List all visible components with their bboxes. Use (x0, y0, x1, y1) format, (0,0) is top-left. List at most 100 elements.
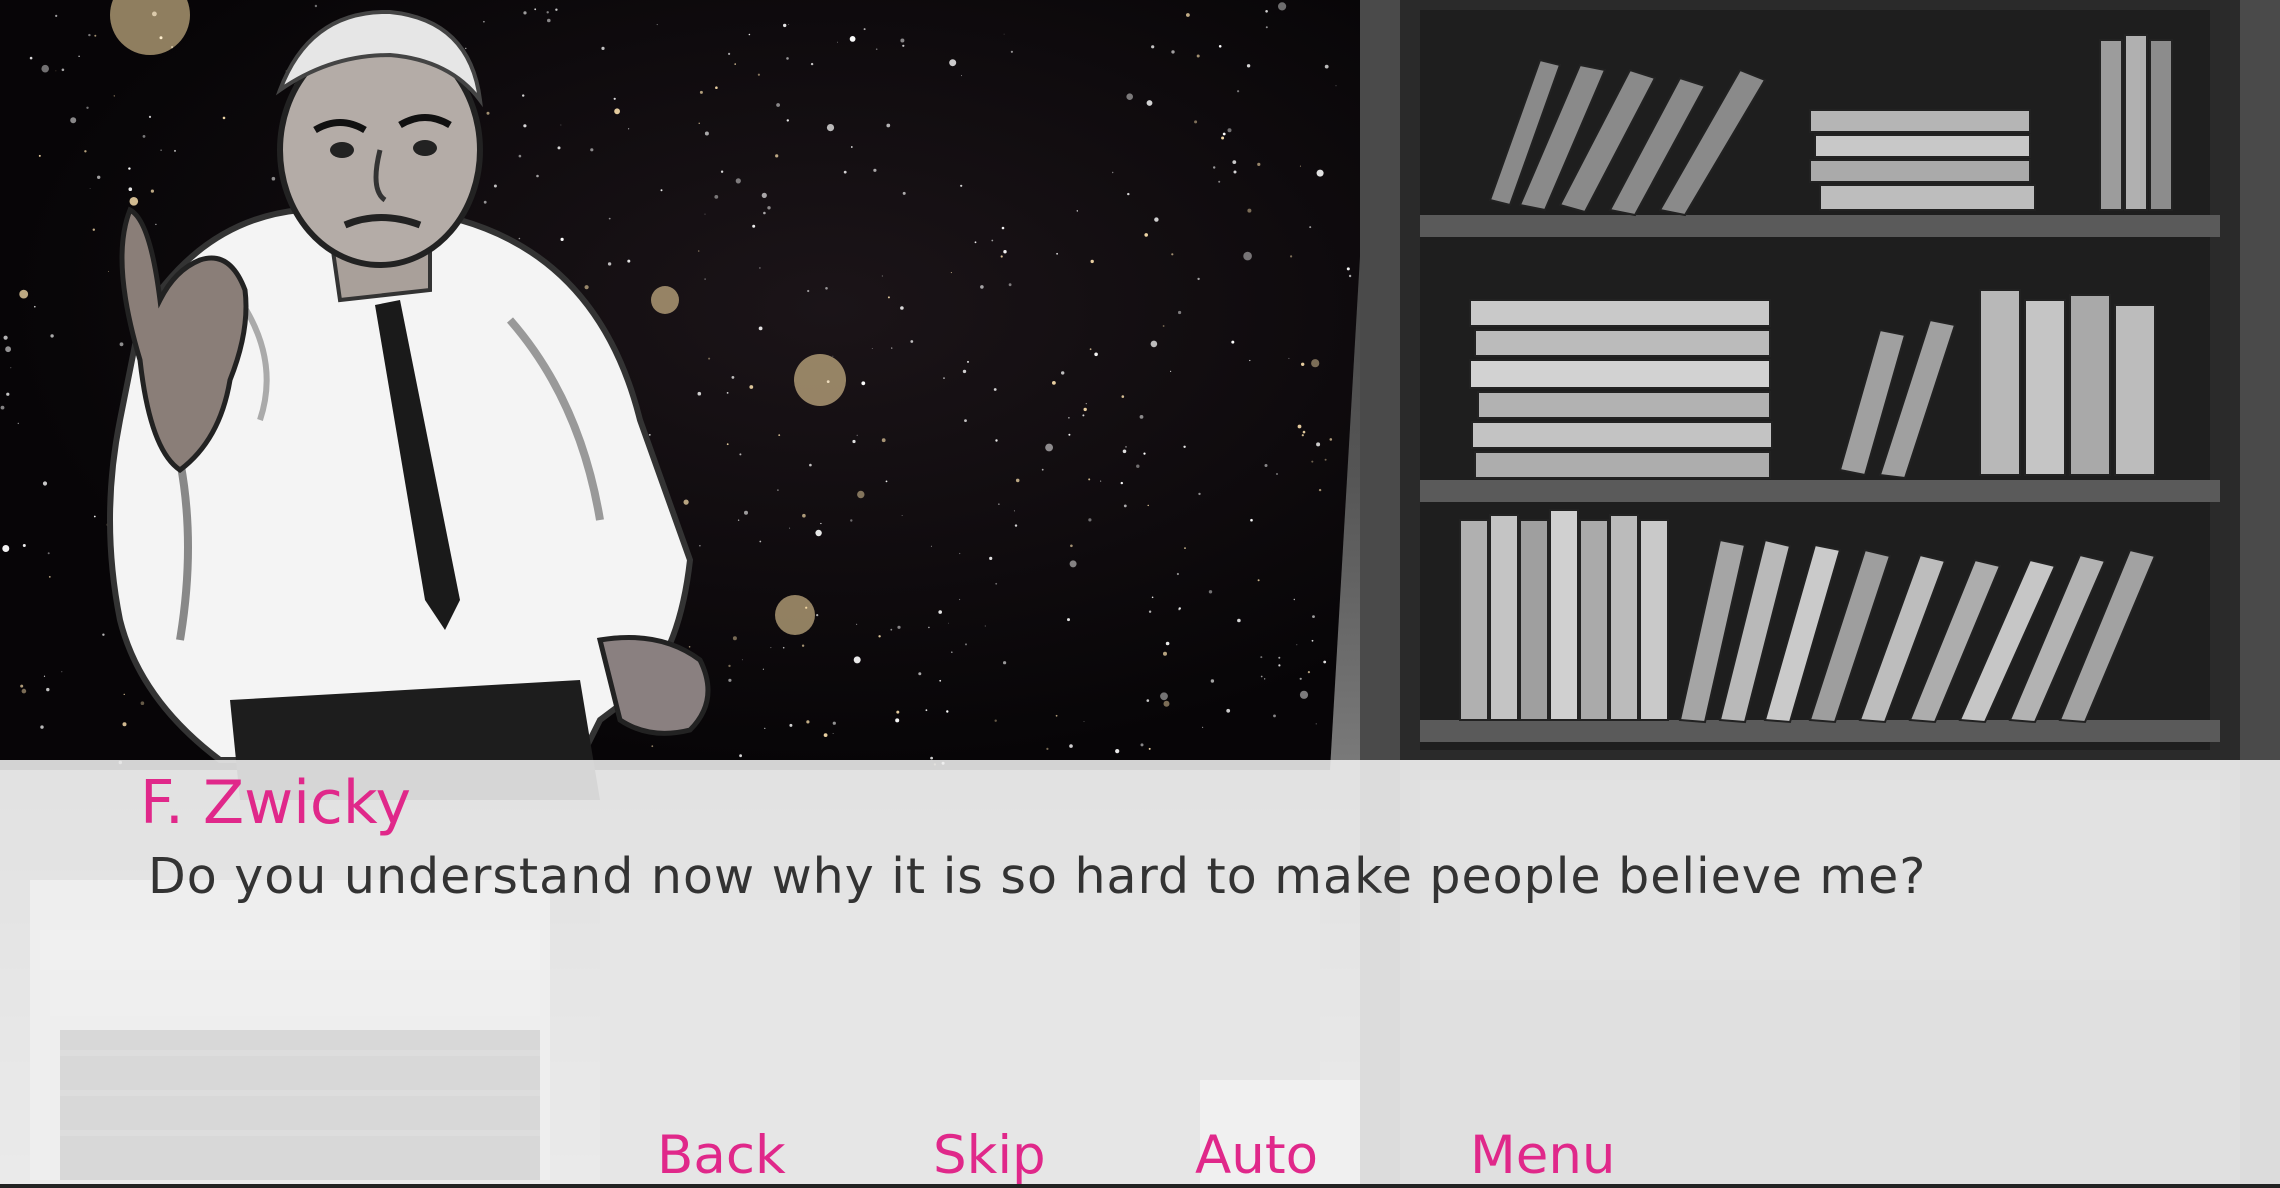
star (50, 334, 54, 338)
star (10, 367, 12, 369)
star (47, 552, 50, 555)
star (1069, 560, 1077, 568)
star (1083, 407, 1087, 412)
star (1148, 747, 1151, 750)
star (1276, 473, 1278, 475)
star (42, 481, 48, 486)
star (1290, 255, 1293, 258)
star (1183, 445, 1186, 448)
star (1288, 357, 1290, 359)
star (1218, 45, 1222, 48)
star (832, 355, 834, 357)
star (782, 646, 785, 649)
star (1088, 478, 1091, 481)
star (962, 369, 967, 374)
star (22, 544, 26, 547)
star (1061, 371, 1065, 375)
star (1154, 217, 1159, 222)
star (1297, 424, 1302, 429)
star (1171, 50, 1175, 54)
star (928, 626, 930, 629)
star (1246, 64, 1251, 68)
star (1278, 2, 1287, 11)
star (875, 48, 878, 50)
star (825, 287, 828, 290)
star (1227, 128, 1232, 133)
star (1014, 524, 1018, 527)
star (826, 124, 835, 132)
star (1324, 458, 1327, 461)
star (29, 56, 33, 60)
star (1121, 395, 1125, 398)
star (801, 644, 805, 647)
star (1231, 340, 1235, 344)
back-button[interactable]: Back (657, 1118, 786, 1188)
star (1055, 714, 1058, 717)
star (1136, 464, 1140, 468)
star (853, 656, 861, 664)
star (1226, 708, 1231, 713)
star (1260, 656, 1263, 659)
star (1296, 644, 1298, 646)
star (19, 289, 29, 299)
star (1151, 45, 1155, 49)
star (1278, 656, 1281, 659)
star (1170, 370, 1172, 372)
star (984, 625, 986, 627)
star (832, 721, 836, 725)
star (849, 36, 856, 42)
star (70, 117, 77, 124)
star (1070, 544, 1073, 548)
star (1222, 132, 1226, 136)
star (895, 718, 900, 723)
star (1163, 651, 1167, 656)
star (995, 439, 998, 442)
star (1257, 579, 1260, 582)
star (1233, 170, 1237, 174)
menu-button[interactable]: Menu (1470, 1118, 1616, 1188)
star (21, 688, 27, 694)
star (783, 23, 787, 28)
star (959, 552, 961, 555)
star (887, 296, 890, 299)
star (1186, 13, 1190, 17)
star (1265, 26, 1268, 29)
star (1010, 50, 1014, 53)
star (1348, 274, 1352, 278)
star (961, 75, 962, 77)
star (1008, 283, 1012, 287)
star (1243, 251, 1252, 261)
star (1309, 226, 1312, 229)
star (1146, 100, 1153, 106)
star (1346, 267, 1350, 271)
star (1171, 253, 1174, 256)
star (873, 168, 877, 172)
star (1301, 362, 1305, 366)
star (902, 44, 905, 47)
star (930, 545, 932, 547)
star (1067, 618, 1070, 622)
game-scene[interactable]: F. Zwicky Do you understand now why it i… (0, 0, 2280, 1188)
star (1013, 510, 1015, 512)
star (890, 628, 893, 631)
star (1257, 162, 1261, 166)
auto-button[interactable]: Auto (1195, 1118, 1318, 1188)
star (1083, 721, 1085, 722)
star (885, 480, 888, 483)
star (823, 733, 828, 737)
star (1147, 504, 1149, 507)
star (1003, 33, 1005, 35)
star (786, 57, 789, 60)
star (910, 340, 914, 343)
star (1316, 169, 1324, 177)
star (1176, 572, 1179, 576)
skip-button[interactable]: Skip (933, 1118, 1046, 1188)
star (40, 725, 44, 729)
star (1068, 417, 1070, 419)
star (820, 522, 822, 525)
star (1088, 518, 1092, 522)
star (1264, 464, 1268, 467)
star (806, 720, 810, 724)
star (1068, 433, 1071, 436)
star (1045, 443, 1053, 452)
